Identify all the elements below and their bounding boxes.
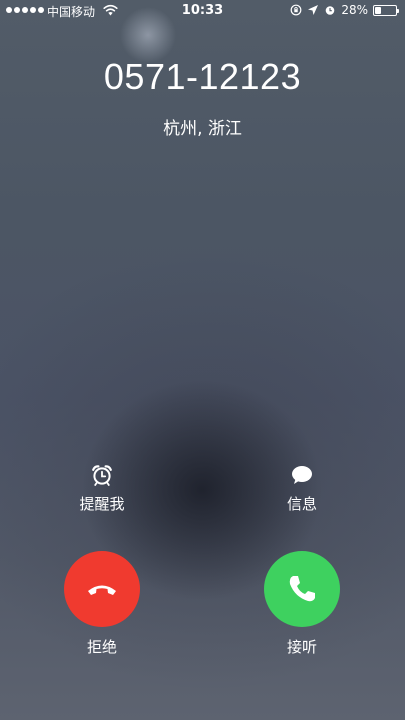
decline-label: 拒绝 [86,638,117,656]
alarm-clock-icon [92,465,112,486]
caller-location: 杭州, 浙江 [163,119,242,139]
caller-number: 0571-12123 [103,56,302,97]
orientation-lock-icon [290,4,302,16]
hang-up-icon [88,585,116,595]
decline-button[interactable] [64,551,140,627]
message-label: 信息 [286,495,317,513]
accept-label: 接听 [286,638,317,656]
battery-fill [375,6,381,14]
message-bubble-icon [292,466,312,484]
status-bar: 中国移动 10:33 28% [0,0,405,22]
message-button[interactable]: 信息 [257,463,347,514]
remind-me-button[interactable]: 提醒我 [57,463,147,514]
remind-me-label: 提醒我 [79,495,125,513]
phone-icon [289,576,315,602]
battery-percent: 28% [341,3,368,17]
battery-icon [373,4,399,16]
location-arrow-icon [308,5,319,15]
accept-button[interactable] [264,551,340,627]
alarm-icon [326,6,335,15]
